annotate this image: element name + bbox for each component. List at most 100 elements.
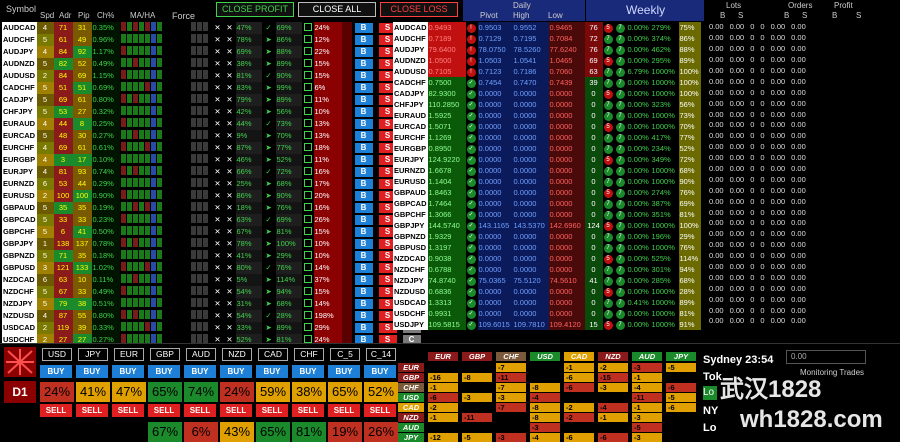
buy-button[interactable]: B <box>352 322 376 334</box>
currency-button[interactable]: USD <box>42 348 72 361</box>
currency-button[interactable]: C_5 <box>330 348 360 361</box>
symbol-cell[interactable]: CHFJPY <box>2 106 37 118</box>
close-x-icon[interactable]: ✕ <box>224 70 236 82</box>
currency-button[interactable]: EUR <box>114 348 144 361</box>
sell-currency-button[interactable]: SELL <box>76 404 108 417</box>
close-x-icon[interactable]: ✕ <box>224 322 236 334</box>
close-x-icon[interactable]: ✕ <box>224 214 236 226</box>
pivot-symbol[interactable]: EURAUD <box>393 110 428 121</box>
symbol-cell[interactable]: GBPAUD <box>2 202 37 214</box>
pivot-symbol[interactable]: AUDUSD <box>393 66 428 77</box>
currency-button[interactable]: CHF <box>294 348 324 361</box>
close-x-icon[interactable]: ✕ <box>224 262 236 274</box>
close-x-icon[interactable]: ✕ <box>212 46 224 58</box>
close-x-icon[interactable]: ✕ <box>212 94 224 106</box>
close-x-icon[interactable]: ✕ <box>224 298 236 310</box>
close-loss-button[interactable]: CLOSE LOSS <box>380 2 458 17</box>
sell-currency-button[interactable]: SELL <box>292 404 324 417</box>
symbol-cell[interactable]: EURJPY <box>2 166 37 178</box>
pivot-symbol[interactable]: GBPNZD <box>393 231 428 242</box>
symbol-cell[interactable]: GBPCHF <box>2 226 37 238</box>
pivot-symbol[interactable]: GBPAUD <box>393 187 428 198</box>
close-x-icon[interactable]: ✕ <box>224 178 236 190</box>
symbol-cell[interactable]: GBPNZD <box>2 250 37 262</box>
close-x-icon[interactable]: ✕ <box>224 94 236 106</box>
symbol-cell[interactable]: EURAUD <box>2 118 37 130</box>
close-x-icon[interactable]: ✕ <box>212 34 224 46</box>
currency-button[interactable]: GBP <box>150 348 180 361</box>
sell-currency-button[interactable]: SELL <box>112 404 144 417</box>
pivot-symbol[interactable]: CADJPY <box>393 88 428 99</box>
close-x-icon[interactable]: ✕ <box>212 166 224 178</box>
buy-button[interactable]: B <box>352 214 376 226</box>
symbol-cell[interactable]: EURCAD <box>2 130 37 142</box>
pivot-symbol[interactable]: CADCHF <box>393 77 428 88</box>
buy-button[interactable]: B <box>352 310 376 322</box>
close-x-icon[interactable]: ✕ <box>212 238 224 250</box>
currency-button[interactable]: C_14 <box>366 348 396 361</box>
close-x-icon[interactable]: ✕ <box>212 22 224 34</box>
symbol-cell[interactable]: EURNZD <box>2 178 37 190</box>
close-x-icon[interactable]: ✕ <box>224 310 236 322</box>
symbol-cell[interactable]: USDCAD <box>2 322 37 334</box>
buy-button[interactable]: B <box>352 166 376 178</box>
close-profit-button[interactable]: CLOSE PROFIT <box>216 2 294 17</box>
buy-button[interactable]: B <box>352 226 376 238</box>
pivot-symbol[interactable]: USDCAD <box>393 297 428 308</box>
buy-button[interactable]: B <box>352 34 376 46</box>
pivot-symbol[interactable]: EURNZD <box>393 165 428 176</box>
buy-button[interactable]: B <box>352 22 376 34</box>
currency-button[interactable]: JPY <box>78 348 108 361</box>
close-x-icon[interactable]: ✕ <box>212 130 224 142</box>
close-x-icon[interactable]: ✕ <box>224 106 236 118</box>
close-all-button[interactable]: CLOSE ALL <box>298 2 376 17</box>
sell-currency-button[interactable]: SELL <box>328 404 360 417</box>
close-x-icon[interactable]: ✕ <box>224 58 236 70</box>
close-x-icon[interactable]: ✕ <box>212 322 224 334</box>
pivot-symbol[interactable]: GBPUSD <box>393 242 428 253</box>
buy-button[interactable]: B <box>352 262 376 274</box>
currency-button[interactable]: AUD <box>186 348 216 361</box>
pivot-symbol[interactable]: GBPCHF <box>393 209 428 220</box>
symbol-cell[interactable]: AUDCAD <box>2 22 37 34</box>
close-x-icon[interactable]: ✕ <box>212 82 224 94</box>
close-x-icon[interactable]: ✕ <box>212 70 224 82</box>
symbol-cell[interactable]: CADCHF <box>2 82 37 94</box>
symbol-cell[interactable]: AUDCHF <box>2 34 37 46</box>
close-x-icon[interactable]: ✕ <box>224 118 236 130</box>
pivot-symbol[interactable]: NZDCHF <box>393 264 428 275</box>
symbol-cell[interactable]: GBPJPY <box>2 238 37 250</box>
buy-button[interactable]: B <box>352 82 376 94</box>
close-x-icon[interactable]: ✕ <box>212 250 224 262</box>
buy-currency-button[interactable]: BUY <box>76 365 108 378</box>
buy-button[interactable]: B <box>352 70 376 82</box>
pivot-symbol[interactable]: NZDCAD <box>393 253 428 264</box>
symbol-cell[interactable]: EURUSD <box>2 190 37 202</box>
buy-button[interactable]: B <box>352 178 376 190</box>
close-x-icon[interactable]: ✕ <box>212 58 224 70</box>
close-x-icon[interactable]: ✕ <box>212 142 224 154</box>
symbol-cell[interactable]: GBPUSD <box>2 262 37 274</box>
symbol-cell[interactable]: NZDCAD <box>2 274 37 286</box>
close-x-icon[interactable]: ✕ <box>212 226 224 238</box>
buy-currency-button[interactable]: BUY <box>328 365 360 378</box>
close-x-icon[interactable]: ✕ <box>212 274 224 286</box>
buy-currency-button[interactable]: BUY <box>184 365 216 378</box>
close-x-icon[interactable]: ✕ <box>224 46 236 58</box>
close-x-icon[interactable]: ✕ <box>224 202 236 214</box>
close-x-icon[interactable]: ✕ <box>224 142 236 154</box>
close-x-icon[interactable]: ✕ <box>212 214 224 226</box>
pivot-symbol[interactable]: AUDJPY <box>393 44 428 55</box>
buy-button[interactable]: B <box>352 238 376 250</box>
close-x-icon[interactable]: ✕ <box>212 118 224 130</box>
close-x-icon[interactable]: ✕ <box>212 106 224 118</box>
close-x-icon[interactable]: ✕ <box>212 154 224 166</box>
buy-currency-button[interactable]: BUY <box>148 365 180 378</box>
close-x-icon[interactable]: ✕ <box>212 202 224 214</box>
buy-currency-button[interactable]: BUY <box>292 365 324 378</box>
sell-currency-button[interactable]: SELL <box>184 404 216 417</box>
pivot-symbol[interactable]: NZDUSD <box>393 286 428 297</box>
pivot-symbol[interactable]: USDJPY <box>393 319 428 330</box>
pivot-symbol[interactable]: CHFJPY <box>393 99 428 110</box>
pivot-symbol[interactable]: AUDNZD <box>393 55 428 66</box>
